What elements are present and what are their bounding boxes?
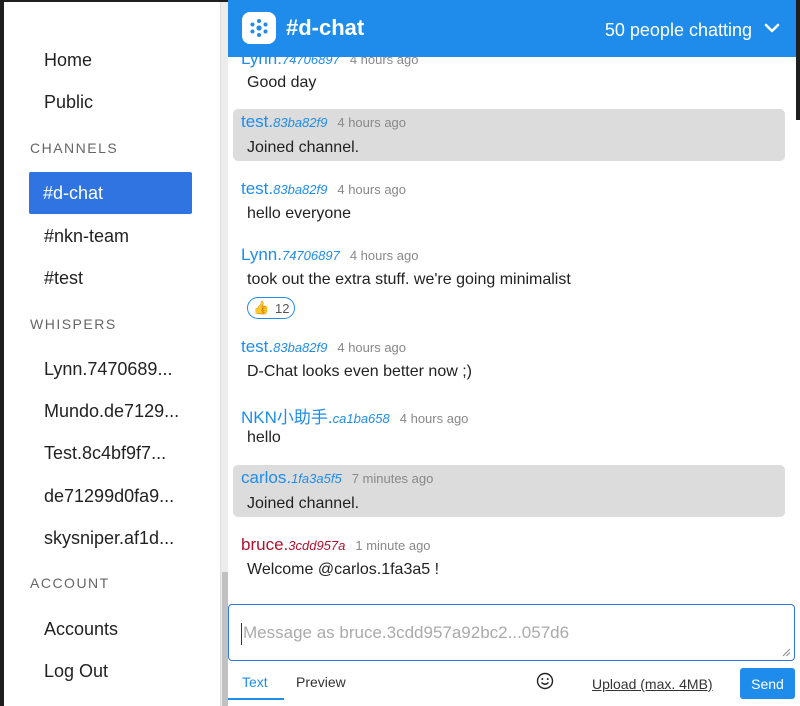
nav-public[interactable]: Public	[44, 92, 93, 113]
message-body: hello everyone	[247, 205, 352, 222]
message-author[interactable]: test.83ba82f9 4 hours ago	[241, 112, 406, 132]
message-author[interactable]: test.83ba82f9 4 hours ago	[241, 337, 406, 357]
reaction-count: 12	[275, 301, 290, 316]
channel-item-test[interactable]: #test	[44, 268, 83, 289]
message-author[interactable]: NKN小助手.ca1ba658 4 hours ago	[241, 403, 468, 428]
message: Lynn.74706897 4 hours ago took out the ex…	[233, 241, 785, 321]
message-system: carlos.1fa3a5f5 7 minutes ago Joined chan…	[233, 465, 785, 517]
chat-header: #d-chat 50 people chatting	[228, 0, 800, 57]
tab-preview[interactable]: Preview	[296, 674, 346, 690]
message-system: test.83ba82f9 4 hours ago Joined channel.	[233, 109, 785, 161]
message-author[interactable]: bruce.3cdd957a 1 minute ago	[241, 535, 431, 555]
message-body: D-Chat looks even better now ;)	[247, 363, 472, 380]
resize-handle-icon[interactable]	[781, 647, 791, 657]
message-list: Lynn.74706897 4 hours ago Good day test.8…	[228, 57, 800, 602]
text-caret	[241, 623, 242, 645]
message-body: Joined channel.	[247, 139, 360, 156]
message-body: hello	[247, 429, 281, 446]
nav-logout[interactable]: Log Out	[44, 661, 108, 682]
message-input[interactable]	[229, 605, 794, 660]
logo-tail	[248, 36, 254, 44]
message-body: took out the extra stuff. we're going mi…	[247, 271, 571, 288]
channel-label: #d-chat	[43, 183, 104, 203]
chevron-down-icon[interactable]	[764, 22, 780, 34]
whisper-item[interactable]: de71299d0fa9...	[44, 486, 174, 507]
sidebar: Home Public CHANNELS #d-chat #nkn-team #…	[4, 2, 220, 706]
channels-heading: CHANNELS	[30, 140, 119, 156]
message: test.83ba82f9 4 hours ago hello everyone	[233, 175, 785, 229]
sidebar-scrollbar[interactable]	[220, 2, 228, 706]
message-author[interactable]: Lynn.74706897 4 hours ago	[241, 245, 418, 265]
message-body: Joined channel.	[247, 495, 360, 512]
channel-item-nkn-team[interactable]: #nkn-team	[44, 226, 129, 247]
message: Lynn.74706897 4 hours ago Good day	[233, 57, 785, 103]
composer-toolbar: Text Preview Upload (max. 4MB) Send	[228, 662, 800, 706]
emoji-icon[interactable]	[536, 672, 554, 690]
whispers-heading: WHISPERS	[30, 316, 117, 332]
upload-link[interactable]: Upload (max. 4MB)	[592, 676, 713, 692]
channel-item-d-chat[interactable]: #d-chat	[29, 172, 192, 214]
tab-text[interactable]: Text	[242, 674, 268, 690]
send-button[interactable]: Send	[740, 668, 795, 699]
tab-active-indicator	[228, 698, 284, 700]
whisper-item[interactable]: Lynn.7470689...	[44, 359, 172, 380]
message-body: Welcome @carlos.1fa3a5 !	[247, 561, 440, 578]
message-author[interactable]: carlos.1fa3a5f5 7 minutes ago	[241, 468, 433, 488]
whisper-item[interactable]: Mundo.de7129...	[44, 401, 179, 422]
message-body: Good day	[247, 74, 317, 91]
message: bruce.3cdd957a 1 minute ago Welcome @carl…	[233, 531, 785, 585]
whisper-item[interactable]: skysniper.af1d...	[44, 528, 174, 549]
account-heading: ACCOUNT	[30, 575, 110, 591]
nav-accounts[interactable]: Accounts	[44, 619, 118, 640]
message: test.83ba82f9 4 hours ago D-Chat looks ev…	[233, 333, 785, 387]
message: NKN小助手.ca1ba658 4 hours ago hello	[233, 399, 785, 453]
reaction-thumbs-up[interactable]: 👍 12	[247, 297, 295, 319]
thumbs-up-icon: 👍	[253, 300, 270, 315]
nav-home[interactable]: Home	[44, 50, 92, 71]
message-author[interactable]: test.83ba82f9 4 hours ago	[241, 179, 406, 199]
whisper-item[interactable]: Test.8c4bf9f7...	[44, 443, 166, 464]
channel-title: #d-chat	[286, 15, 365, 40]
message-author[interactable]: Lynn.74706897 4 hours ago	[241, 57, 418, 69]
people-count[interactable]: 50 people chatting	[605, 20, 752, 41]
message-input-box	[228, 604, 795, 661]
